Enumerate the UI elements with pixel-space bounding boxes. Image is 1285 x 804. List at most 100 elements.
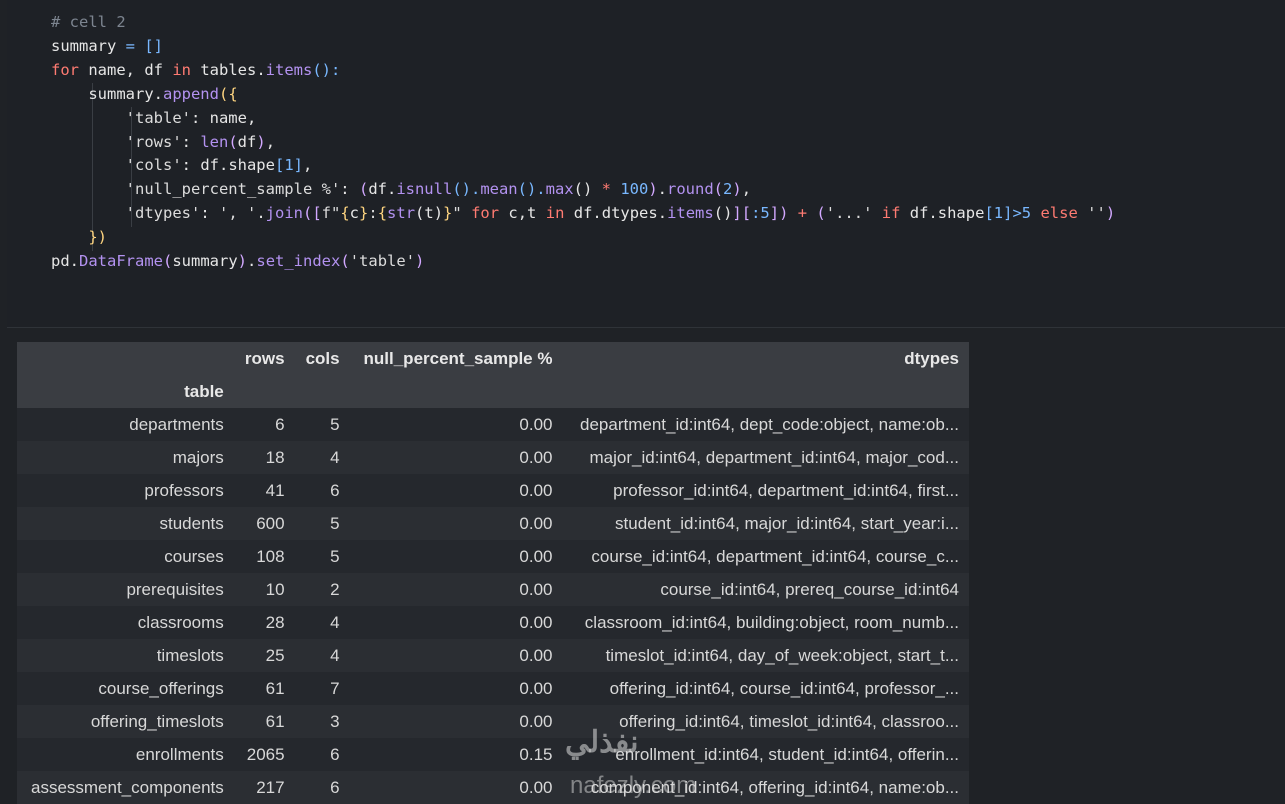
blank-header — [562, 375, 969, 408]
code-token: [] — [144, 36, 164, 55]
code-token: : — [368, 204, 378, 223]
code-token: : df.shape — [181, 156, 275, 175]
cell-null-percent: 0.00 — [519, 579, 553, 599]
code-token: items — [265, 60, 313, 79]
code-token: DataFrame — [79, 252, 163, 271]
code-token: summary. — [51, 84, 163, 103]
code-token: + — [788, 204, 817, 223]
code-token: in — [172, 60, 191, 79]
cell-rows: 25 — [265, 645, 285, 665]
code-token: 100 — [620, 180, 649, 199]
code-token: ) — [1105, 204, 1116, 223]
code-token: }) — [88, 228, 107, 247]
code-token: 'table' — [349, 252, 416, 271]
cell-null-percent: 0.00 — [519, 645, 553, 665]
code-line: 'dtypes': ', '.join([f"{c}:{str(t)}" for… — [51, 202, 1116, 226]
cell-rows: 61 — [265, 711, 285, 731]
cell-rows: 10 — [265, 579, 285, 599]
code-token: ( — [816, 204, 826, 223]
cell-rows: 6 — [275, 414, 285, 434]
code-token: . — [657, 180, 667, 199]
cell-cols: 5 — [330, 513, 340, 533]
row-index: assessment_components — [30, 777, 224, 797]
code-token: ) — [256, 132, 266, 151]
code-token: () — [573, 180, 593, 199]
code-token: mean — [480, 180, 518, 199]
cell-rows: 108 — [256, 546, 285, 566]
cell-null-percent: 0.00 — [519, 513, 553, 533]
code-token: items — [667, 204, 714, 223]
code-token: tables. — [191, 60, 266, 79]
table-row: professors 41 6 0.00 professor_id:int64, dep… — [17, 474, 969, 507]
code-token: , — [265, 132, 276, 151]
code-token: df.dtypes. — [564, 204, 668, 223]
code-cell[interactable]: # cell 2 summary = [] for name, df in tabl… — [7, 0, 1285, 328]
cell-null-percent: 0.00 — [519, 777, 553, 797]
code-token: : — [340, 180, 359, 199]
code-token: ( — [228, 132, 238, 151]
code-token: (t) — [415, 204, 444, 223]
code-token: # cell 2 — [51, 13, 126, 31]
code-token: f" — [321, 204, 341, 223]
cell-null-percent: 0.00 — [519, 480, 553, 500]
table-row: enrollments 2065 6 0.15 enrollment_id:int64,… — [17, 738, 969, 771]
code-token: 2 — [723, 180, 733, 199]
code-token: ) — [732, 180, 742, 199]
code-token: c,t — [499, 204, 546, 223]
code-line: 'rows': len(df), — [51, 131, 1115, 155]
code-token: , — [741, 180, 752, 199]
cell-null-percent: 0.15 — [519, 744, 553, 764]
code-token: summary — [172, 252, 238, 271]
code-token: str — [387, 204, 416, 223]
col-header-rows: rows — [244, 348, 285, 368]
row-index: prerequisites — [126, 579, 224, 599]
code-token: : name, — [190, 108, 257, 127]
code-token: '...' — [825, 204, 873, 223]
col-header-dtypes: dtypes — [904, 348, 959, 368]
index-name: table — [184, 381, 224, 401]
code-token: = — [125, 36, 135, 55]
cell-rows: 2065 — [246, 744, 285, 764]
code-token: . — [256, 204, 266, 223]
table-row: students 600 5 0.00 student_id:int64, major_… — [17, 507, 969, 540]
code-token: df.shape — [900, 204, 985, 223]
code-line: pd.DataFrame(summary).set_index('table') — [51, 250, 1115, 274]
cell-cols: 6 — [330, 744, 340, 764]
blank-header — [350, 375, 563, 408]
code-token: >5 — [1012, 204, 1032, 223]
code-token: ) — [648, 180, 658, 199]
cell-null-percent: 0.00 — [519, 678, 553, 698]
table-row: prerequisites 10 2 0.00 course_id:int64, pre… — [17, 573, 969, 606]
row-index: courses — [164, 546, 224, 566]
cell-rows: 61 — [265, 678, 285, 698]
cell-cols: 5 — [330, 546, 340, 566]
cell-null-percent: 0.00 — [519, 612, 553, 632]
code-token: ( — [358, 180, 369, 199]
code-token: '' — [1077, 204, 1106, 223]
cell-dtypes: department_id:int64, dept_code:object, n… — [580, 414, 959, 434]
code-token: len — [200, 132, 229, 151]
row-index: timeslots — [156, 645, 224, 665]
code-token: () — [713, 204, 733, 223]
code-token: , — [303, 156, 313, 175]
code-token: for — [51, 60, 79, 79]
code-token: ) — [237, 252, 248, 271]
row-index: course_offerings — [98, 678, 224, 698]
code-token: { — [377, 204, 388, 223]
code-token: ) — [415, 252, 425, 271]
code-token: append — [162, 84, 219, 103]
code-token: pd. — [51, 252, 79, 271]
cell-dtypes: offering_id:int64, course_id:int64, prof… — [609, 678, 959, 698]
code-token: name, df — [79, 60, 173, 79]
row-index: offering_timeslots — [90, 711, 224, 731]
code-token: 'dtypes' — [125, 204, 201, 223]
row-index: professors — [144, 480, 224, 500]
row-index: enrollments — [135, 744, 224, 764]
code-token: in — [545, 204, 565, 223]
cell-null-percent: 0.00 — [519, 546, 553, 566]
table-row: timeslots 25 4 0.00 timeslot_id:int64, day_o… — [17, 639, 969, 672]
code-editor[interactable]: # cell 2 summary = [] for name, df in tabl… — [51, 11, 1115, 274]
